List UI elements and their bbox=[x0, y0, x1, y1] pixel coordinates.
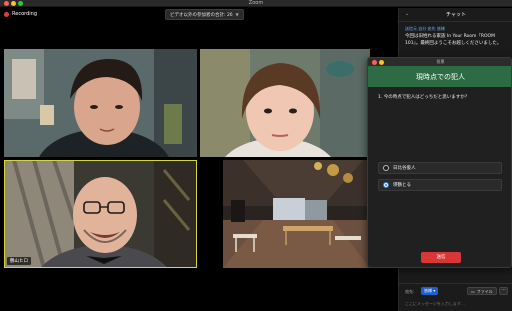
window-titlebar: Zoom bbox=[0, 0, 512, 7]
document-icon: ▭ bbox=[471, 288, 475, 294]
radio-button[interactable] bbox=[383, 165, 389, 171]
video-tile[interactable] bbox=[4, 49, 197, 157]
chevron-down-icon: ▼ bbox=[235, 12, 239, 17]
chat-footer: 宛先: 皆様 ▾ ▭ ファイル ··· bbox=[399, 283, 512, 311]
chat-recipient-value: 皆様 bbox=[424, 288, 432, 293]
chevron-down-icon: ▾ bbox=[433, 288, 436, 293]
poll-banner: 現時点での犯人 bbox=[368, 66, 511, 87]
poll-option[interactable]: 瑛鶴とる bbox=[378, 179, 502, 191]
participants-count-label: ビデオ以外の参加者の合計: 26 bbox=[170, 12, 233, 18]
poll-option-label: 瑛鶴とる bbox=[393, 183, 411, 188]
submit-button[interactable]: 送信 bbox=[421, 252, 461, 263]
recording-label: Recording bbox=[12, 11, 38, 17]
poll-question: 1. 今の時点で犯人はどっちだと思いますか？ bbox=[378, 95, 470, 100]
participant-video bbox=[4, 160, 197, 268]
recording-dot-icon bbox=[4, 11, 9, 17]
chat-header: ⌄ チャット bbox=[399, 8, 512, 22]
radio-button-selected[interactable] bbox=[383, 182, 389, 188]
chat-message-text: 今回は旧姓れる家族 In Your Room『ROOM 101』。最終回ようこそ… bbox=[405, 34, 502, 46]
chat-to-label: 宛先: bbox=[405, 289, 415, 294]
active-speaker-video-tile[interactable]: 鶴山ヒロ bbox=[4, 160, 197, 268]
chat-sender: 送信元 自分 宛先 皆様 bbox=[405, 26, 445, 31]
video-tile[interactable] bbox=[223, 160, 370, 268]
participant-video bbox=[4, 49, 197, 157]
video-tile[interactable] bbox=[200, 49, 370, 157]
participant-video bbox=[200, 49, 370, 157]
poll-dialog: 投票 現時点での犯人 1. 今の時点で犯人はどっちだと思いますか？ 日比谷俊人 … bbox=[367, 57, 512, 268]
poll-window-title: 投票 bbox=[436, 59, 445, 64]
chat-recipient-select[interactable]: 皆様 ▾ bbox=[421, 287, 439, 295]
collapse-chevron-icon[interactable]: ⌄ bbox=[405, 11, 409, 17]
chat-message: 送信元 自分 宛先 皆様 今回は旧姓れる家族 In Your Room『ROOM… bbox=[405, 26, 509, 47]
file-button-label: ファイル bbox=[476, 288, 493, 294]
more-options-button[interactable]: ··· bbox=[499, 287, 508, 295]
window-title: Zoom bbox=[248, 0, 264, 6]
poll-titlebar: 投票 bbox=[368, 58, 511, 66]
chat-message-input[interactable] bbox=[405, 299, 509, 308]
chat-title: チャット bbox=[446, 12, 466, 18]
participant-name-label: 鶴山ヒロ bbox=[7, 257, 31, 265]
poll-option[interactable]: 日比谷俊人 bbox=[378, 162, 502, 174]
room-video bbox=[223, 160, 370, 268]
file-button[interactable]: ▭ ファイル bbox=[467, 287, 497, 295]
recording-indicator: Recording bbox=[4, 11, 37, 17]
participants-count-dropdown[interactable]: ビデオ以外の参加者の合計: 26 ▼ bbox=[165, 9, 244, 20]
poll-option-label: 日比谷俊人 bbox=[393, 166, 416, 171]
